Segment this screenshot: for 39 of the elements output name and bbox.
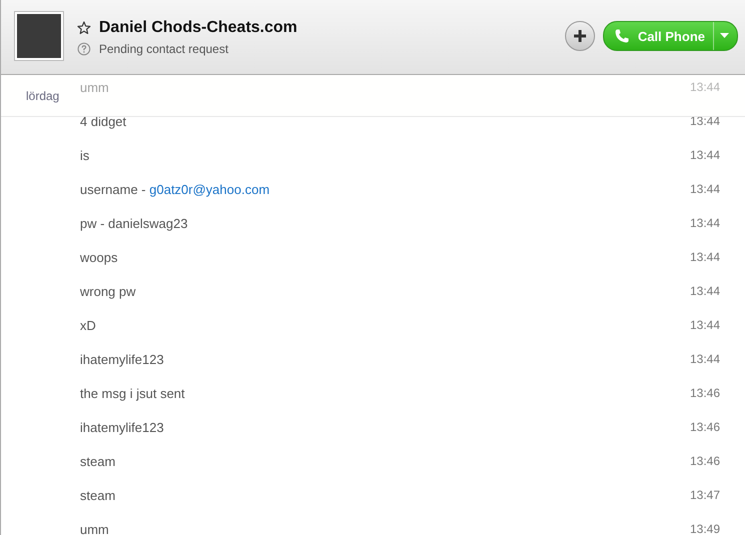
message-time: 13:44 <box>690 352 720 366</box>
message-time: 13:44 <box>690 80 720 94</box>
message-time: 13:44 <box>690 284 720 298</box>
plus-icon <box>572 29 587 43</box>
question-icon <box>77 42 91 56</box>
message-time: 13:46 <box>690 454 720 468</box>
message-time: 13:44 <box>690 250 720 264</box>
message-time: 13:44 <box>690 318 720 332</box>
message-time: 13:46 <box>690 420 720 434</box>
phone-icon <box>614 28 630 44</box>
message-time: 13:44 <box>690 148 720 162</box>
message-text: woops <box>80 250 118 264</box>
message-time: 13:47 <box>690 488 720 502</box>
message-text: steam <box>80 454 116 468</box>
message-text: wrong pw <box>80 284 136 298</box>
message-text: the msg i jsut sent <box>80 386 185 400</box>
avatar-photo-placeholder <box>15 12 63 60</box>
message-text: is <box>80 148 90 162</box>
message-time: 13:44 <box>690 114 720 128</box>
message-time: 13:44 <box>690 182 720 196</box>
message-text: username - g0atz0r@yahoo.com <box>80 182 270 196</box>
message-text: umm <box>80 522 109 535</box>
contact-status: Pending contact request <box>99 42 228 56</box>
email-link[interactable]: g0atz0r@yahoo.com <box>149 182 270 196</box>
message-text: 4 didget <box>80 114 126 128</box>
message-time: 13:49 <box>690 522 720 535</box>
message-time: 13:44 <box>690 216 720 230</box>
contact-name: Daniel Chods-Cheats.com <box>99 18 298 36</box>
message-text: pw - danielswag23 <box>80 216 188 230</box>
message-text: ihatemylife123 <box>80 352 164 366</box>
add-button[interactable] <box>564 21 595 51</box>
message-text: xD <box>80 318 96 332</box>
message-text: umm <box>80 80 109 94</box>
star-icon[interactable] <box>77 20 91 34</box>
message-time: 13:46 <box>690 386 720 400</box>
call-button-label: Call Phone <box>638 28 705 44</box>
day-label: lördag <box>26 88 60 102</box>
message-text: ihatemylife123 <box>80 420 164 434</box>
message-text: steam <box>80 488 116 502</box>
